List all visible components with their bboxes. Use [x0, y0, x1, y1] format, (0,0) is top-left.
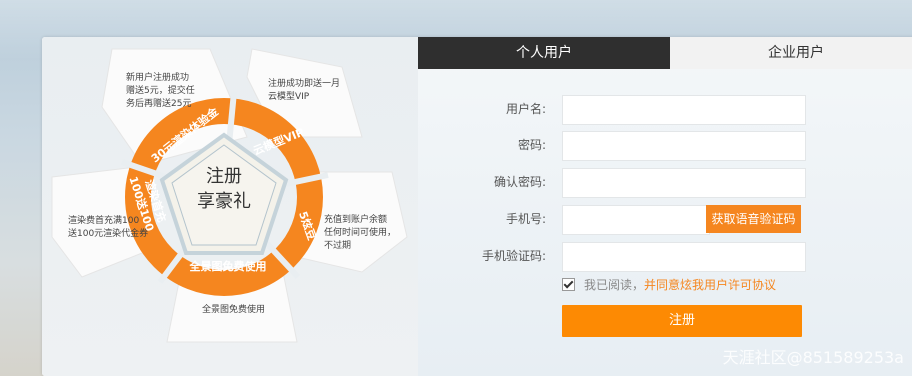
agreement-row: 我已阅读， 并同意炫我用户许可协议 — [562, 276, 776, 292]
promo-graphic: 注册 享豪礼 30元渲染体验金 云模型VIP 5炫豆 全景图免费使用 渲染首充 … — [51, 48, 408, 343]
phone-label: 手机号: — [505, 212, 546, 226]
form-section: 个人用户 企业用户 用户名: 密码: 确认密码: 手机号: 获取语音验证码 手机… — [418, 37, 912, 376]
verify-code-label: 手机验证码: — [481, 249, 546, 263]
voice-code-button[interactable]: 获取语音验证码 — [706, 205, 801, 233]
register-submit-button[interactable]: 注册 — [562, 305, 802, 337]
register-panel: 注册 享豪礼 30元渲染体验金 云模型VIP 5炫豆 全景图免费使用 渲染首充 … — [42, 37, 912, 376]
desc-panorama-1: 全景图免费使用 — [202, 303, 265, 315]
desc-beans-2: 任何时间可使用， — [324, 226, 396, 238]
desc-recharge-1: 渲染费首充满100 — [68, 214, 139, 226]
desc-beans-1: 充值到账户余额 — [324, 213, 387, 225]
confirm-password-input[interactable] — [562, 168, 806, 198]
verify-code-row: 手机验证码: — [418, 242, 912, 272]
desc-recharge-2: 送100元渲染代金券 — [68, 227, 148, 239]
watermark-text: 天涯社区@851589253a — [722, 348, 904, 367]
desc-trial-1: 新用户注册成功 — [126, 71, 189, 83]
desc-vip-2: 云模型VIP — [268, 91, 310, 102]
username-input[interactable] — [562, 95, 806, 125]
tab-enterprise-user[interactable]: 企业用户 — [670, 37, 912, 69]
desc-trial-2: 赠送5元，提交任 — [126, 84, 195, 96]
phone-input[interactable] — [562, 205, 710, 235]
username-row: 用户名: — [418, 95, 912, 125]
badge-panorama: 全景图免费使用 — [189, 259, 267, 273]
verify-code-input[interactable] — [562, 242, 806, 272]
desc-beans-3: 不过期 — [324, 239, 351, 251]
user-type-tabs: 个人用户 企业用户 — [418, 37, 912, 69]
confirm-password-row: 确认密码: — [418, 168, 912, 198]
password-row: 密码: — [418, 131, 912, 161]
confirm-password-label: 确认密码: — [493, 175, 546, 189]
promo-section: 注册 享豪礼 30元渲染体验金 云模型VIP 5炫豆 全景图免费使用 渲染首充 … — [42, 37, 418, 376]
license-agreement-link[interactable]: 并同意炫我用户许可协议 — [644, 276, 776, 293]
username-label: 用户名: — [505, 102, 546, 116]
password-label: 密码: — [517, 138, 546, 152]
center-title-line1: 注册 — [206, 166, 242, 187]
agree-text: 我已阅读， — [584, 277, 645, 292]
phone-row: 手机号: 获取语音验证码 — [418, 205, 912, 235]
center-title-line2: 享豪礼 — [197, 191, 251, 212]
desc-vip-1: 注册成功即送一月 — [268, 77, 340, 89]
desc-trial-3: 务后再赠送25元 — [126, 97, 191, 109]
tab-personal-user[interactable]: 个人用户 — [418, 37, 670, 69]
password-input[interactable] — [562, 131, 806, 161]
agree-checkbox[interactable] — [562, 277, 575, 291]
